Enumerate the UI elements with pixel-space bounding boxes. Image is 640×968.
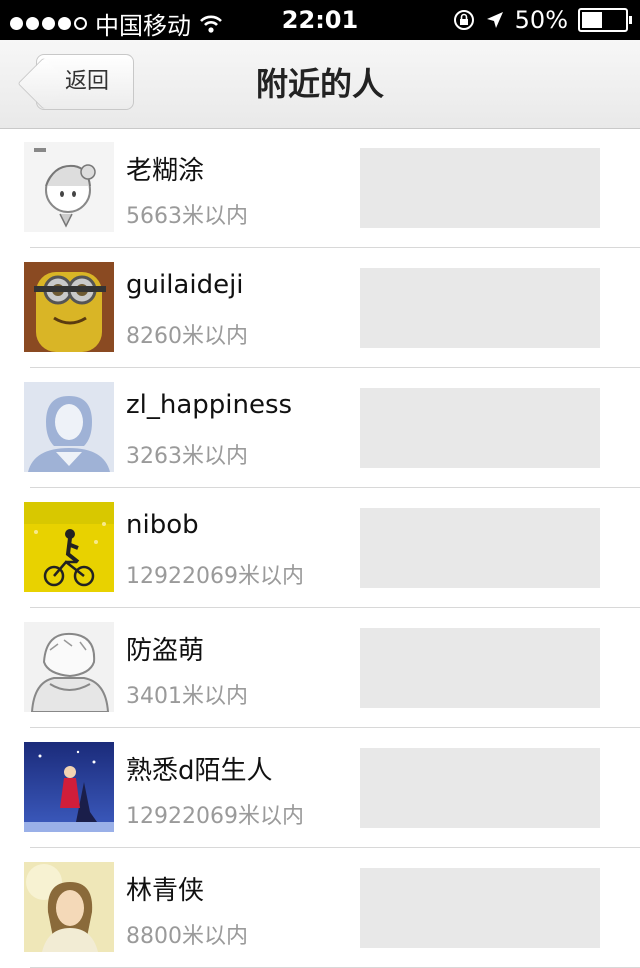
placeholder-box: [360, 268, 600, 348]
avatar: [24, 622, 114, 712]
person-name: nibob: [126, 510, 199, 540]
person-name: 防盗萌: [126, 636, 205, 666]
list-item[interactable]: nibob 12922069米以内: [0, 488, 640, 608]
battery-icon: [578, 8, 632, 32]
placeholder-box: [360, 148, 600, 228]
list-item[interactable]: guilaideji 8260米以内: [0, 248, 640, 368]
list-item[interactable]: zl_happiness 3263米以内: [0, 368, 640, 488]
navigation-bar: 返回 附近的人: [0, 40, 640, 129]
person-name: guilaideji: [126, 270, 244, 300]
list-item[interactable]: 熟悉d陌生人 12922069米以内: [0, 728, 640, 848]
page-title: 附近的人: [255, 65, 384, 103]
person-distance: 3401米以内: [126, 684, 248, 709]
status-right: 50%: [453, 6, 632, 34]
status-bar: 中国移动 22:01 50%: [0, 0, 640, 40]
avatar: [24, 262, 114, 352]
person-distance: 3263米以内: [126, 444, 248, 469]
placeholder-box: [360, 748, 600, 828]
person-name: 林青侠: [126, 876, 205, 906]
avatar: [24, 142, 114, 232]
placeholder-box: [360, 868, 600, 948]
avatar: [24, 742, 114, 832]
list-item[interactable]: 防盗萌 3401米以内: [0, 608, 640, 728]
person-distance: 5663米以内: [126, 204, 248, 229]
person-distance: 12922069米以内: [126, 564, 304, 589]
placeholder-box: [360, 388, 600, 468]
battery-percent: 50%: [514, 6, 568, 34]
person-distance: 8260米以内: [126, 324, 248, 349]
person-name: 熟悉d陌生人: [126, 756, 273, 786]
person-distance: 12922069米以内: [126, 804, 304, 829]
location-arrow-icon: [486, 12, 503, 28]
placeholder-box: [360, 508, 600, 588]
nearby-people-list: 老糊涂 5663米以内 guilaideji 8260米以内 zl_happin…: [0, 128, 640, 968]
avatar: [24, 862, 114, 952]
person-name: 老糊涂: [126, 156, 205, 186]
rotation-lock-icon: [453, 10, 474, 30]
placeholder-box: [360, 628, 600, 708]
list-item[interactable]: 老糊涂 5663米以内: [0, 128, 640, 248]
list-item[interactable]: 林青侠 8800米以内: [0, 848, 640, 968]
person-name: zl_happiness: [126, 390, 293, 420]
avatar: [24, 502, 114, 592]
person-distance: 8800米以内: [126, 924, 248, 949]
avatar: [24, 382, 114, 472]
